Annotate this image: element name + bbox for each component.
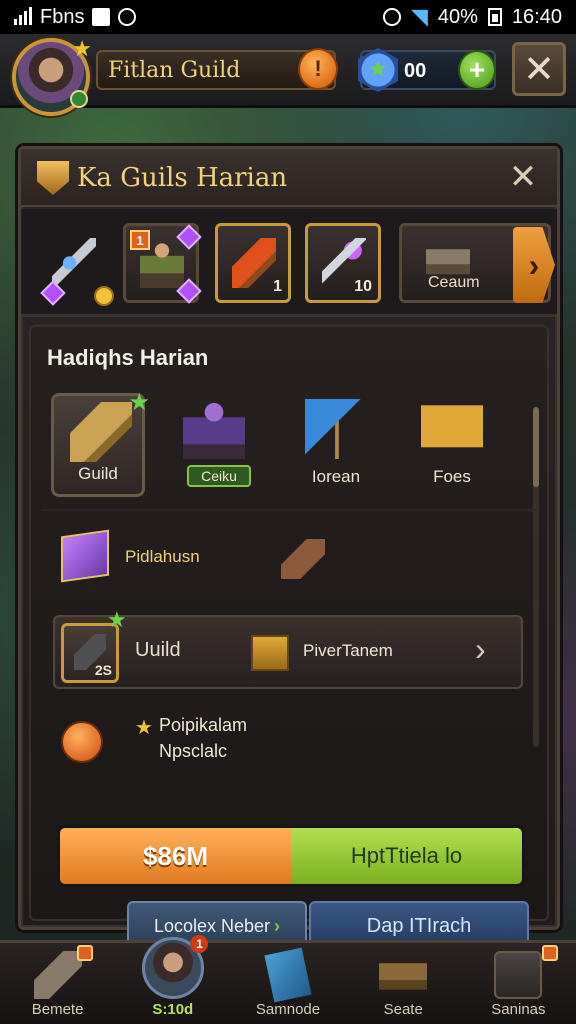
nav-item-forge[interactable]: Seate (346, 943, 461, 1024)
top-close-button[interactable]: ✕ (512, 42, 566, 96)
panel-title: Ka Guils Harian (77, 163, 288, 193)
horn-icon (281, 539, 325, 579)
gem-count: 00 (404, 60, 427, 82)
card-icon (264, 947, 312, 1003)
star-icon: ★ (135, 717, 153, 739)
category-label: Guild (78, 464, 118, 483)
purple-box-icon (61, 529, 109, 583)
nav-item-shop[interactable]: Saninas (461, 943, 576, 1024)
no-disturb-icon (118, 8, 137, 26)
nav-item-profile[interactable]: 1 S:10d (115, 935, 230, 1024)
left-action-label: Locolex Neber (153, 915, 271, 936)
level-badge (70, 90, 88, 108)
category-chest[interactable]: Foes (405, 393, 499, 497)
clock: 16:40 (511, 5, 562, 28)
nav-label: Samnode (255, 1001, 321, 1018)
gem-counter: ★ 00 + (358, 48, 496, 92)
scroll-thumb[interactable] (533, 407, 539, 487)
nav-label: Saninas (491, 1001, 546, 1018)
category-label: Ceiku (187, 465, 251, 487)
panel-close-button[interactable]: ✕ (503, 157, 543, 197)
battery-percent: 40% (437, 5, 478, 28)
divider (41, 509, 537, 511)
star-icon: ★ (128, 389, 150, 416)
shield-icon[interactable]: ! (298, 48, 338, 90)
slot-count: 1 (273, 278, 282, 295)
category-flag[interactable]: Iorean (289, 393, 383, 497)
slot-label: Ceaum (428, 274, 480, 291)
daily-rewards-panel: Hadiqhs Harian ★ Guild Ceiku Iorean Foes (29, 325, 549, 951)
chevron-right-icon: › (274, 915, 281, 936)
guild-row[interactable]: 2S ★ Uuild PiverTanem › (53, 607, 523, 689)
notification-icon (92, 8, 111, 26)
battery-icon (487, 8, 502, 26)
horn-icon (70, 402, 132, 462)
guild-panel: Ka Guils Harian ✕ 1 1 10 Ceaum › (18, 146, 560, 951)
anvil-icon (379, 951, 428, 999)
star-icon: ★ (107, 607, 127, 632)
category-label: Foes (433, 467, 471, 486)
top-bar: ★ Fitlan Guild ! ★ 00 + ✕ (0, 34, 576, 116)
chest-icon (251, 635, 289, 671)
orb-icon (61, 721, 103, 763)
crossbow-slot[interactable] (35, 223, 114, 306)
right-action-label: Dap ITIrach (366, 914, 472, 937)
panel-header: Ka Guils Harian ✕ (21, 149, 557, 207)
wand-slot[interactable]: 10 (305, 223, 381, 303)
nav-item-build[interactable]: Bemete (0, 943, 115, 1024)
section-title: Hadiqhs Harian (47, 345, 209, 370)
category-row: ★ Guild Ceiku Iorean Foes (41, 389, 511, 497)
alarm-icon (382, 8, 401, 26)
guild-row-count: 2S (94, 662, 112, 678)
status-bar: Fbns ◥ 40% 16:40 (0, 0, 576, 34)
progress-right-label: HptTtiela lo (350, 843, 463, 868)
guild-row-arrow[interactable]: › (475, 631, 486, 668)
dark-hero-icon (183, 399, 245, 459)
wifi-icon: ◥ (410, 4, 428, 29)
orb-reward-row[interactable]: ★ Poipikalam Npsclalc (61, 715, 361, 785)
reward-text: Pidlahusn (125, 547, 200, 566)
slot-count: 10 (354, 278, 372, 295)
category-label: Iorean (311, 467, 361, 486)
star-icon: ★ (72, 36, 92, 61)
player-avatar[interactable]: ★ (12, 36, 92, 116)
progress-left-label: $86M (142, 840, 209, 871)
orb-subtext: Npsclalc (159, 741, 228, 761)
torch-slot[interactable]: 1 (215, 223, 291, 303)
guild-row-label: Uuild (135, 639, 181, 661)
crossbow-icon (52, 238, 96, 288)
guild-row-text: PiverTanem (303, 641, 393, 660)
item-strip: 1 1 10 Ceaum › (21, 209, 557, 317)
torch-icon (232, 238, 276, 288)
category-guild[interactable]: ★ Guild (51, 389, 150, 497)
scrollbar[interactable] (533, 407, 539, 747)
guild-shield-icon (37, 161, 69, 195)
bottom-nav: Bemete 1 S:10d Samnode Seate Saninas (0, 935, 576, 1024)
nav-badge: 1 (190, 935, 209, 953)
flag-icon (305, 399, 367, 459)
shop-icon (494, 951, 543, 999)
nav-label: S:10d (152, 1001, 194, 1018)
hero-icon (140, 238, 184, 288)
category-hero[interactable]: Ceiku (167, 393, 261, 497)
reward-row[interactable]: Pidlahusn (61, 529, 361, 589)
notification-dot (542, 945, 559, 961)
signal-icon (14, 7, 32, 25)
nav-item-cards[interactable]: Samnode (230, 943, 345, 1024)
carrier-label: Fbns (40, 5, 85, 28)
gem-star-icon: ★ (368, 56, 388, 81)
hero-slot[interactable]: 1 (123, 223, 202, 304)
add-gem-button[interactable]: + (458, 50, 496, 90)
progress-bar[interactable]: $86M HptTtiela lo (57, 825, 525, 887)
coin-icon (94, 286, 114, 306)
chest-icon (421, 399, 483, 459)
nav-label: Bemete (31, 1001, 84, 1018)
orb-text: Poipikalam (159, 715, 248, 735)
nav-label: Seate (383, 1001, 423, 1018)
notification-dot (77, 945, 94, 961)
hammer-icon (33, 951, 82, 999)
